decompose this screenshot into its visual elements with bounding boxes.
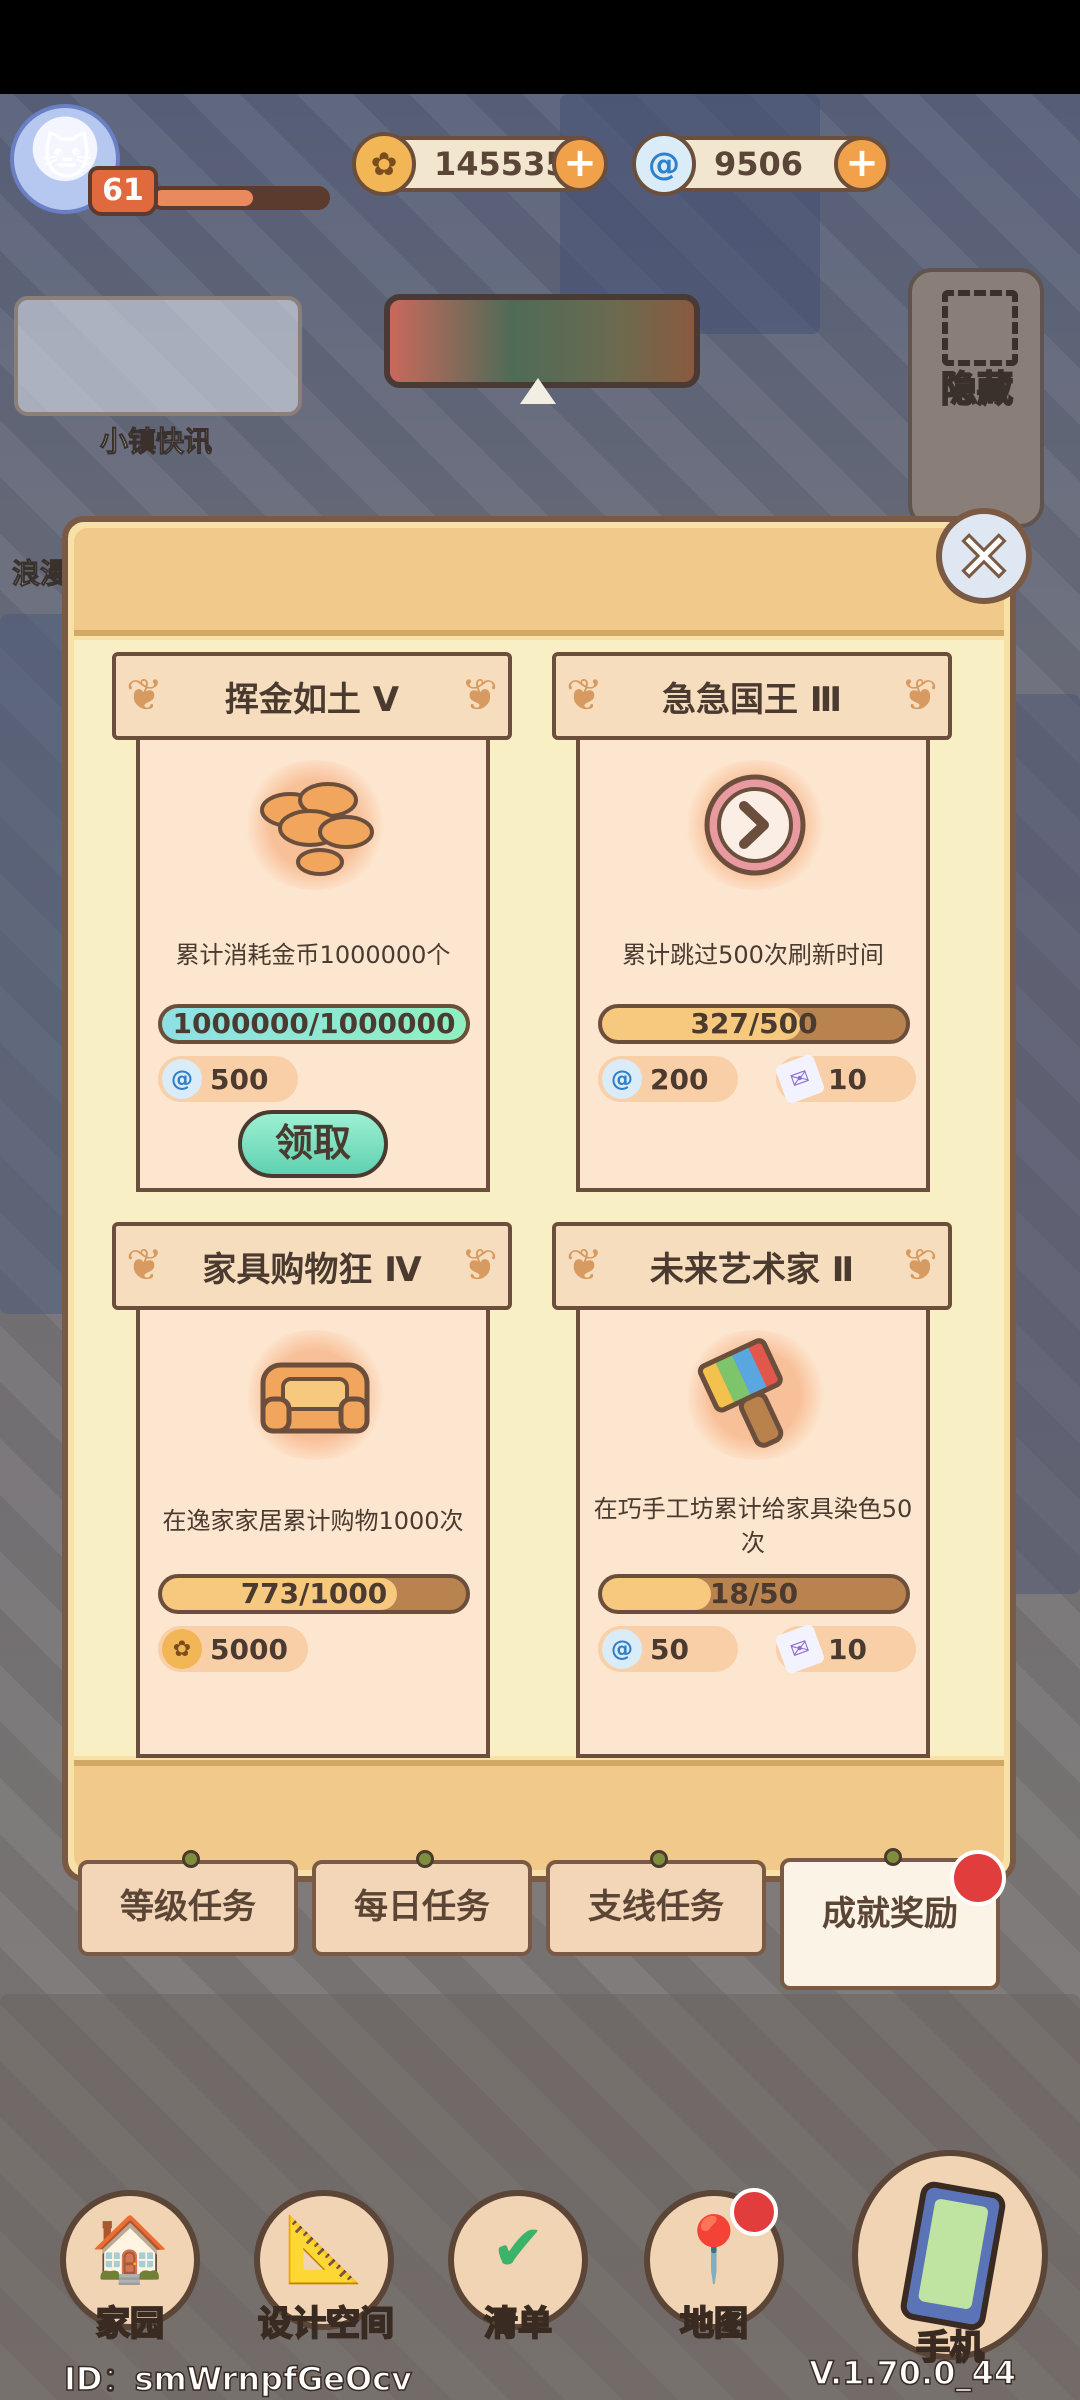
nav-map-label: 地图 — [679, 2303, 749, 2345]
sofa-icon — [240, 1330, 390, 1460]
romance-label: 浪漫 — [11, 557, 69, 591]
tab-pin-icon — [416, 1850, 434, 1868]
reward-value: 500 — [210, 1062, 269, 1096]
weather-widget[interactable] — [384, 294, 700, 388]
panel-footer — [74, 1760, 1004, 1870]
reward-value: 50 — [650, 1632, 689, 1666]
version-text: V.1.70.0_44 — [809, 2353, 1017, 2393]
progress-text: 18/50 — [709, 1577, 799, 1610]
achievement-card: 累计跳过500次刷新时间 327/500 @ 200 ✉ 10 — [576, 738, 930, 1192]
level-badge: 61 — [88, 166, 158, 216]
ticket-icon: ✉ — [774, 1623, 826, 1675]
achievement-title: 急急国王 Ⅲ — [662, 679, 842, 720]
close-button[interactable]: × — [936, 508, 1032, 604]
notification-dot — [730, 2188, 778, 2236]
player-id: ID：smWrnpfGeOcv — [63, 2359, 413, 2399]
achievement-card: 在逸家家居累计购物1000次 773/1000 ✿ 5000 — [136, 1308, 490, 1758]
reward-ticket: ✉ 10 — [774, 1623, 916, 1675]
tab-label: 成就奖励 — [822, 1894, 958, 1934]
checklist-icon: ✔ — [491, 2212, 545, 2286]
achievement-title: 家具购物狂 Ⅳ — [202, 1249, 422, 1290]
reward-coin: ✿ 5000 — [158, 1626, 308, 1672]
panel-header — [74, 528, 1004, 636]
achievement-title-banner: 挥金如土 Ⅴ — [112, 652, 512, 740]
swirl-gem-icon: @ — [602, 1059, 642, 1099]
town-news-card[interactable] — [14, 296, 302, 416]
swirl-gem-icon: @ — [632, 132, 696, 196]
weather-arrow-icon — [520, 378, 556, 404]
reward-gem: @ 500 — [158, 1056, 298, 1102]
nav-home-label: 家园 — [95, 2303, 165, 2345]
coin-pile-icon — [240, 760, 390, 890]
tab-label: 等级任务 — [120, 1887, 256, 1927]
tab-pin-icon — [650, 1850, 668, 1868]
achievement-progress: 773/1000 — [158, 1574, 470, 1614]
clock-icon — [680, 760, 830, 890]
phone-icon — [898, 2179, 1008, 2333]
swirl-gem-icon: @ — [602, 1629, 642, 1669]
notification-dot — [950, 1850, 1006, 1906]
add-gems-button[interactable]: + — [834, 136, 890, 192]
achievement-title-banner: 急急国王 Ⅲ — [552, 652, 952, 740]
nav-checklist-label: 清单 — [483, 2303, 553, 2345]
hide-ui-button[interactable]: 隐藏 — [908, 268, 1044, 528]
achievement-progress: 327/500 — [598, 1004, 910, 1044]
tab-label: 每日任务 — [354, 1887, 490, 1927]
reward-value: 10 — [828, 1632, 867, 1666]
progress-text: 1000000/1000000 — [172, 1007, 456, 1040]
progress-text: 773/1000 — [240, 1577, 388, 1610]
ticket-icon: ✉ — [774, 1053, 826, 1105]
expand-frame-icon — [942, 290, 1018, 366]
add-coins-button[interactable]: + — [552, 136, 608, 192]
achievement-title: 未来艺术家 Ⅱ — [649, 1249, 855, 1290]
achievement-desc: 累计消耗金币1000000个 — [175, 941, 451, 969]
nav-design-label: 设计空间 — [257, 2303, 395, 2345]
town-news-label: 小镇快讯 — [99, 425, 213, 459]
paint-brush-icon — [680, 1330, 830, 1460]
tab-label: 支线任务 — [588, 1887, 724, 1927]
achievement-progress: 1000000/1000000 — [158, 1004, 470, 1044]
ruler-icon: 📐 — [284, 2213, 364, 2287]
reward-value: 5000 — [210, 1632, 288, 1666]
coin-icon: ✿ — [352, 132, 416, 196]
achievement-title: 挥金如土 Ⅴ — [224, 679, 400, 720]
status-bar — [0, 0, 1080, 94]
swirl-gem-icon: @ — [162, 1059, 202, 1099]
achievement-title-banner: 家具购物狂 Ⅳ — [112, 1222, 512, 1310]
coin-icon: ✿ — [162, 1629, 202, 1669]
achievement-desc: 累计跳过500次刷新时间 — [622, 941, 884, 969]
cat-icon: 🐱 — [42, 130, 93, 186]
house-icon: 🏠 — [90, 2213, 170, 2287]
tab-pin-icon — [182, 1850, 200, 1868]
achievement-title-banner: 未来艺术家 Ⅱ — [552, 1222, 952, 1310]
achievement-card: 在巧手工坊累计给家具染色50次 18/50 @ 50 ✉ 10 — [576, 1308, 930, 1758]
reward-gem: @ 50 — [598, 1626, 738, 1672]
tab-daily-tasks[interactable]: 每日任务 — [312, 1850, 532, 1956]
hide-label: 隐藏 — [940, 368, 1014, 411]
reward-value: 10 — [828, 1062, 867, 1096]
progress-text: 327/500 — [690, 1007, 818, 1040]
reward-gem: @ 200 — [598, 1056, 738, 1102]
achievement-card: 累计消耗金币1000000个 1000000/1000000 @ 500 领取 — [136, 738, 490, 1192]
claim-button[interactable]: 领取 — [238, 1110, 388, 1178]
achievement-progress: 18/50 — [598, 1574, 910, 1614]
gem-counter: @ 9506 + — [632, 132, 890, 196]
achievement-desc: 在逸家家居累计购物1000次 — [162, 1507, 464, 1535]
tab-side-tasks[interactable]: 支线任务 — [546, 1850, 766, 1956]
reward-ticket: ✉ 10 — [774, 1053, 916, 1105]
tab-level-tasks[interactable]: 等级任务 — [78, 1850, 298, 1956]
achievement-desc: 在巧手工坊累计给家具染色50次 — [593, 1495, 913, 1557]
tab-pin-icon — [884, 1848, 902, 1866]
xp-bar — [150, 186, 330, 210]
reward-value: 200 — [650, 1062, 709, 1096]
coin-counter: ✿ 145535 + — [352, 132, 608, 196]
